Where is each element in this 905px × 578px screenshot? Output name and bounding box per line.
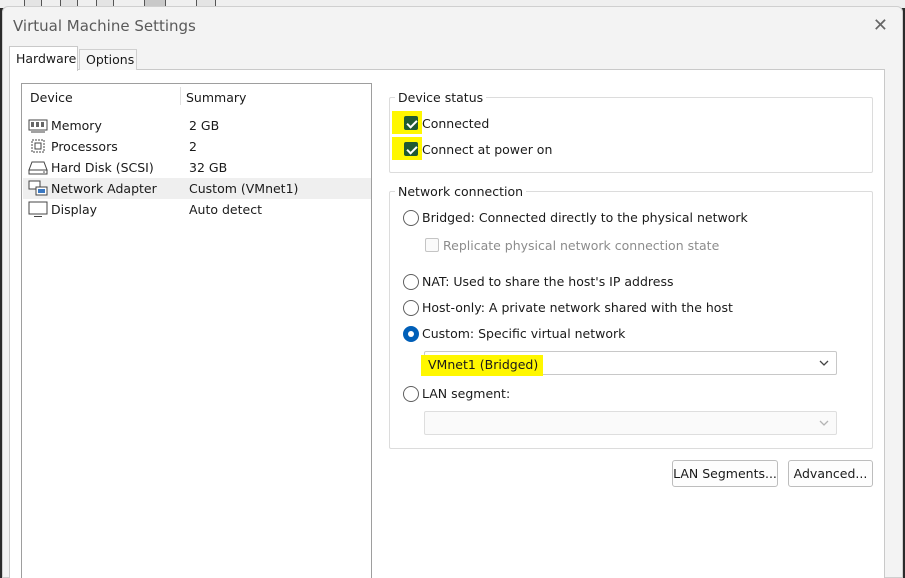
network-connection-label: Network connection xyxy=(395,184,527,199)
tab-options[interactable]: Options xyxy=(79,49,137,70)
device-status-group xyxy=(389,97,873,173)
device-row-memory[interactable]: Memory 2 GB xyxy=(23,115,371,136)
chevron-down-icon xyxy=(819,420,829,426)
display-icon xyxy=(28,201,48,217)
device-name: Display xyxy=(51,202,98,217)
device-list[interactable]: Device Summary Memory 2 GB Processors 2 … xyxy=(21,83,372,578)
device-row-hard-disk[interactable]: Hard Disk (SCSI) 32 GB xyxy=(23,157,371,178)
lan-segments-button[interactable]: LAN Segments... xyxy=(672,460,778,487)
connected-label[interactable]: Connected xyxy=(422,116,489,131)
nat-label[interactable]: NAT: Used to share the host's IP address xyxy=(422,274,673,289)
bridged-label[interactable]: Bridged: Connected directly to the physi… xyxy=(422,210,748,225)
device-summary: 32 GB xyxy=(189,160,228,175)
custom-network-select[interactable]: VMnet1 (Bridged) xyxy=(421,351,837,376)
lan-segment-select[interactable] xyxy=(424,411,837,435)
device-summary: Custom (VMnet1) xyxy=(189,181,299,196)
lan-segment-label[interactable]: LAN segment: xyxy=(422,386,510,401)
lan-segment-radio[interactable] xyxy=(403,386,419,402)
device-summary: 2 GB xyxy=(189,118,220,133)
device-name: Processors xyxy=(51,139,118,154)
processor-icon xyxy=(31,139,45,153)
device-row-display[interactable]: Display Auto detect xyxy=(23,199,371,220)
device-name: Hard Disk (SCSI) xyxy=(51,160,154,175)
replicate-state-label[interactable]: Replicate physical network connection st… xyxy=(443,238,719,253)
device-name: Network Adapter xyxy=(51,181,157,196)
device-list-header: Device Summary xyxy=(22,84,371,108)
host-only-radio[interactable] xyxy=(403,300,419,316)
connect-at-power-on-checkbox[interactable] xyxy=(404,142,418,156)
custom-network-value: VMnet1 (Bridged) xyxy=(428,357,539,372)
column-header-summary[interactable]: Summary xyxy=(186,90,246,105)
host-only-label[interactable]: Host-only: A private network shared with… xyxy=(422,300,733,315)
column-divider xyxy=(180,87,181,105)
connected-checkbox[interactable] xyxy=(404,116,418,130)
device-status-label: Device status xyxy=(395,90,487,105)
device-row-processors[interactable]: Processors 2 xyxy=(23,136,371,157)
hard-disk-icon xyxy=(28,161,48,175)
advanced-button[interactable]: Advanced... xyxy=(788,460,873,487)
tab-hardware[interactable]: Hardware xyxy=(9,46,78,71)
device-row-network-adapter[interactable]: Network Adapter Custom (VMnet1) xyxy=(23,178,371,199)
chevron-down-icon xyxy=(819,360,829,366)
bridged-radio[interactable] xyxy=(403,210,419,226)
device-name: Memory xyxy=(51,118,102,133)
nat-radio[interactable] xyxy=(403,274,419,290)
dialog-title: Virtual Machine Settings xyxy=(13,17,196,35)
device-summary: 2 xyxy=(189,139,197,154)
network-adapter-icon xyxy=(28,180,48,196)
memory-icon xyxy=(28,119,48,133)
replicate-state-checkbox[interactable] xyxy=(425,238,439,252)
column-header-device[interactable]: Device xyxy=(30,90,73,105)
device-summary: Auto detect xyxy=(189,202,262,217)
connect-at-power-on-label[interactable]: Connect at power on xyxy=(422,142,552,157)
custom-radio[interactable] xyxy=(403,326,419,342)
close-icon[interactable]: ✕ xyxy=(873,15,888,36)
custom-label[interactable]: Custom: Specific virtual network xyxy=(422,326,625,341)
